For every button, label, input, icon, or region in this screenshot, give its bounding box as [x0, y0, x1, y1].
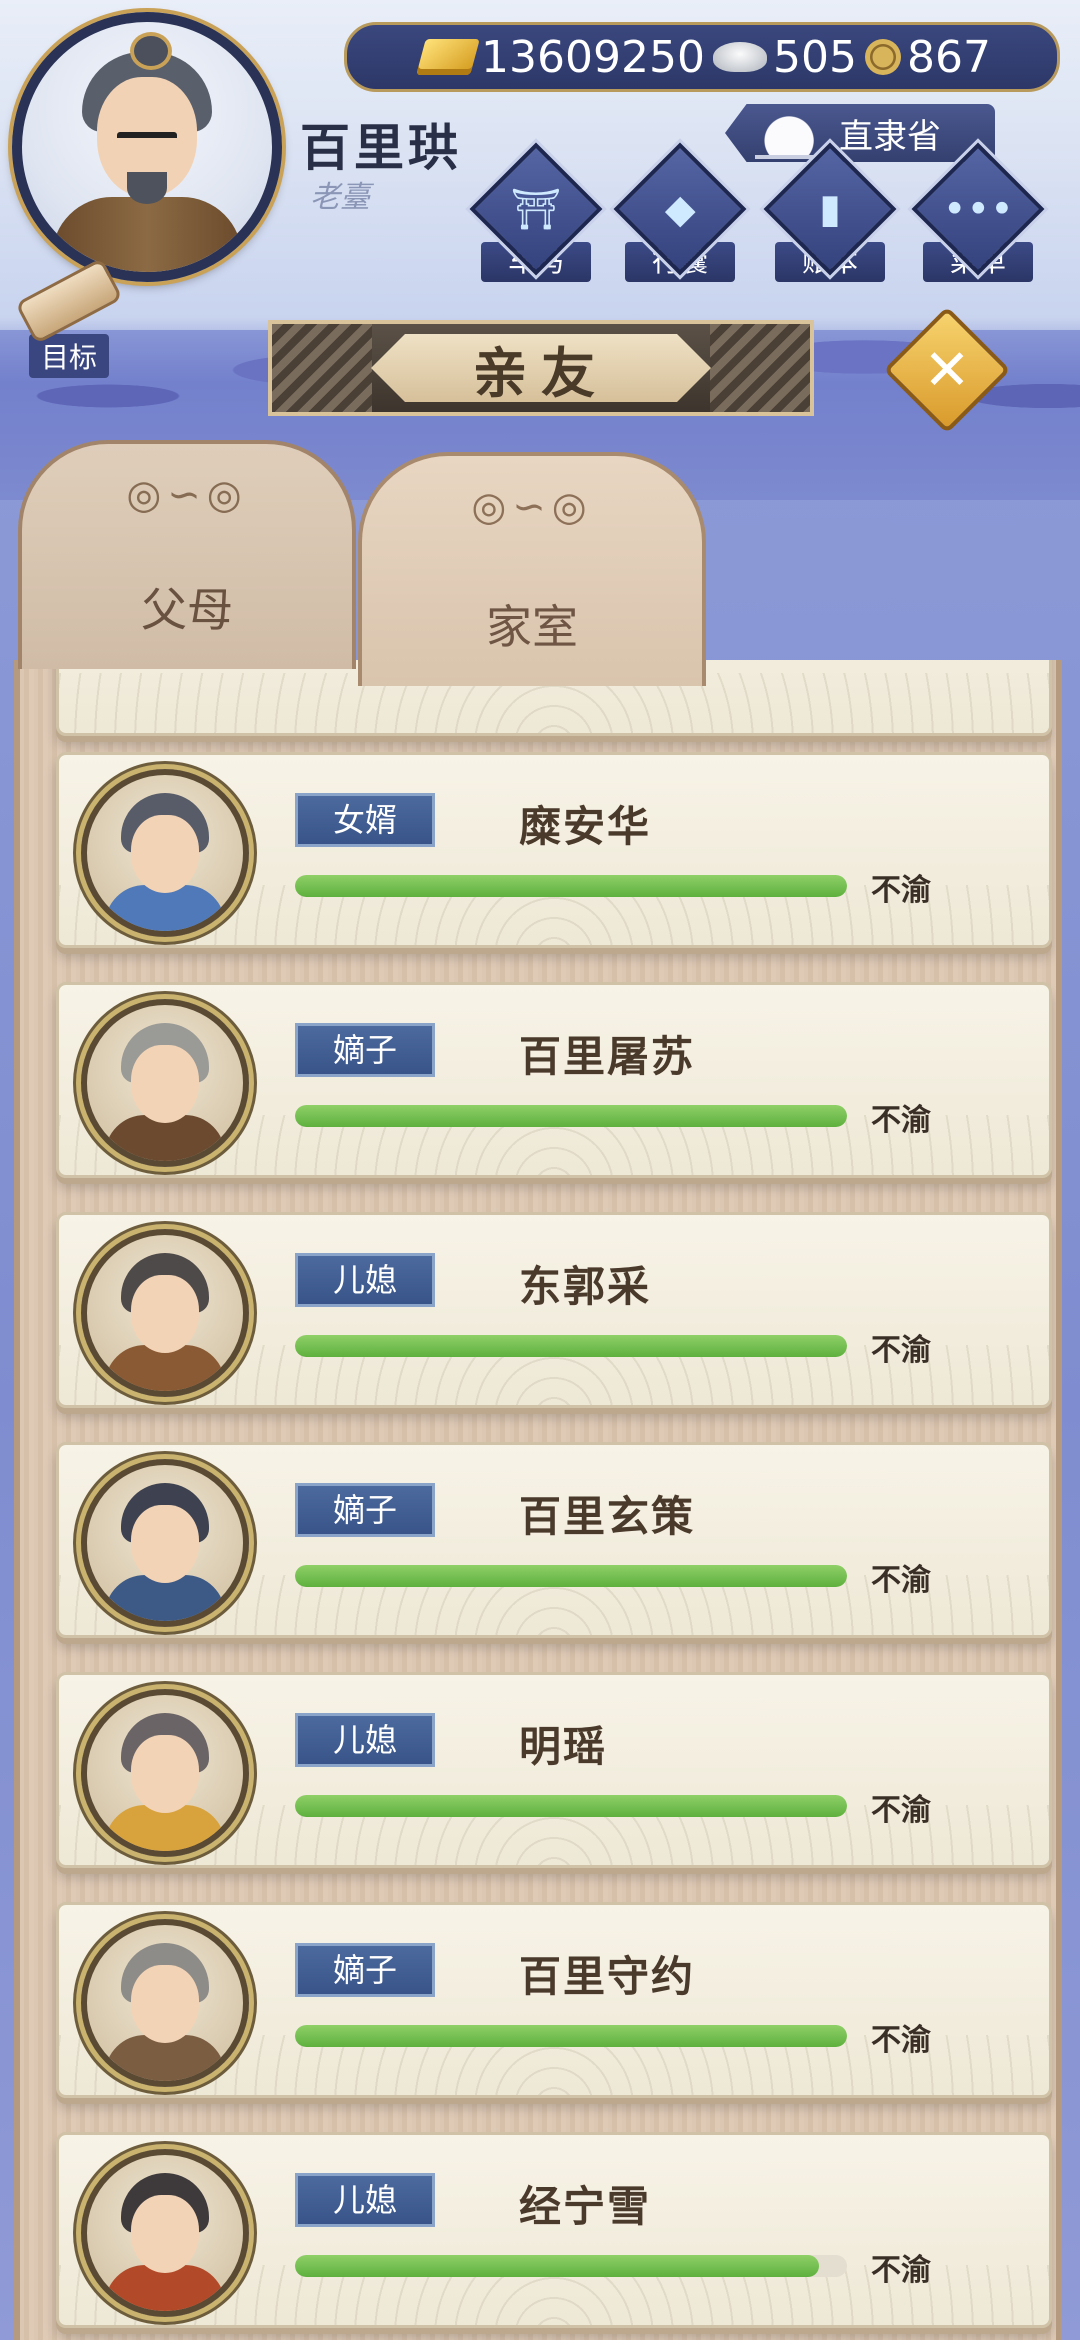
member-name: 明瑶 — [519, 1722, 608, 1771]
family-member-card[interactable]: 儿媳 经宁雪 不渝 — [56, 2132, 1052, 2328]
cloud-ornament-icon: ◎∽◎ — [471, 484, 593, 530]
avatar-face — [131, 1735, 199, 1813]
avatar-face — [131, 1505, 199, 1583]
title-banner: 亲友 — [268, 320, 814, 416]
tab-parents-label: 父母 — [141, 583, 233, 637]
family-list[interactable]: 女婿 糜安华 不渝 嫡子 百里屠苏 不渝 儿媳 东郭采 不渝 嫡子 百里玄策 不… — [14, 660, 1062, 2340]
tab-family-label: 家室 — [486, 600, 578, 654]
family-member-card[interactable]: 儿媳 明瑶 不渝 — [56, 1672, 1052, 1868]
tab-family[interactable]: ◎∽◎ 家室 — [358, 452, 706, 686]
player-portrait[interactable] — [12, 12, 282, 282]
mood-label: 不渝 — [871, 1103, 931, 1138]
seal-stamp-icon — [755, 107, 817, 159]
family-member-card[interactable]: 女婿 糜安华 不渝 — [56, 752, 1052, 948]
avatar-face — [131, 1965, 199, 2043]
family-member-card[interactable]: 嫡子 百里玄策 不渝 — [56, 1442, 1052, 1638]
bond-bar-fill — [295, 1795, 847, 1817]
role-badge: 儿媳 — [295, 1253, 435, 1307]
bond-bar-fill — [295, 1335, 847, 1357]
bond-bar — [295, 1105, 847, 1127]
player-name: 百里珙 — [300, 119, 462, 177]
member-name: 东郭采 — [519, 1262, 652, 1311]
gold-ingot-icon — [416, 39, 480, 75]
ledger-icon: ▮ — [818, 185, 842, 232]
mood-label: 不渝 — [871, 1793, 931, 1828]
role-badge: 儿媳 — [295, 1713, 435, 1767]
nav-ledger-button[interactable]: ▮ 账本 — [763, 142, 897, 292]
silver-amount: 505 — [772, 31, 857, 83]
bond-bar-fill — [295, 1565, 847, 1587]
bond-bar — [295, 1565, 847, 1587]
nav-carriage-button[interactable]: ⛩ 车马 — [469, 142, 603, 292]
location-button[interactable]: 直隶省 — [725, 104, 995, 162]
family-member-card[interactable]: 嫡子 百里屠苏 不渝 — [56, 982, 1052, 1178]
currency-bar: 13609250 505 867 — [344, 22, 1060, 92]
gold-amount: 13609250 — [481, 31, 705, 83]
bond-bar — [295, 1795, 847, 1817]
banner-ornament — [710, 324, 810, 412]
nav-bundle-button[interactable]: ◆ 行囊 — [613, 142, 747, 292]
cloud-ornament-icon: ◎∽◎ — [126, 472, 248, 518]
bundle-icon: ◆ — [664, 185, 696, 232]
role-badge: 嫡子 — [295, 1943, 435, 1997]
member-name: 百里屠苏 — [519, 1032, 696, 1081]
bond-bar — [295, 2025, 847, 2047]
member-avatar[interactable] — [81, 769, 249, 937]
member-avatar[interactable] — [81, 2149, 249, 2317]
avatar-face — [131, 1275, 199, 1353]
member-avatar[interactable] — [81, 1229, 249, 1397]
role-badge: 女婿 — [295, 793, 435, 847]
bond-bar-fill — [295, 875, 847, 897]
location-label: 直隶省 — [839, 116, 941, 157]
bond-bar-fill — [295, 2255, 820, 2277]
silver-ingot-icon — [712, 42, 767, 72]
close-icon: ✕ — [923, 337, 971, 403]
avatar-face — [131, 1045, 199, 1123]
avatar-face — [131, 2195, 199, 2273]
menu-dots-icon: ••• — [942, 186, 1014, 232]
portrait-beard — [127, 172, 167, 204]
bond-bar — [295, 875, 847, 897]
member-name: 百里玄策 — [519, 1492, 696, 1541]
tab-parents[interactable]: ◎∽◎ 父母 — [18, 440, 356, 669]
member-avatar[interactable] — [81, 1459, 249, 1627]
carriage-icon: ⛩ — [510, 186, 562, 233]
member-name: 糜安华 — [519, 802, 652, 851]
role-badge: 儿媳 — [295, 2173, 435, 2227]
coin-amount: 867 — [906, 31, 991, 83]
member-avatar[interactable] — [81, 1689, 249, 1857]
member-avatar[interactable] — [81, 999, 249, 1167]
mood-label: 不渝 — [871, 2023, 931, 2058]
copper-coin-icon — [864, 39, 901, 75]
mood-label: 不渝 — [871, 1563, 931, 1598]
family-member-card[interactable]: 嫡子 百里守约 不渝 — [56, 1902, 1052, 2098]
bond-bar-fill — [295, 1105, 847, 1127]
avatar-face — [131, 815, 199, 893]
member-avatar[interactable] — [81, 1919, 249, 2087]
banner-ornament — [272, 324, 372, 412]
bond-bar — [295, 1335, 847, 1357]
nav-menu-button[interactable]: ••• 菜单 — [911, 142, 1045, 292]
bond-bar-fill — [295, 2025, 847, 2047]
member-name: 百里守约 — [519, 1952, 696, 2001]
mood-label: 不渝 — [871, 873, 931, 908]
bond-bar — [295, 2255, 847, 2277]
role-badge: 嫡子 — [295, 1483, 435, 1537]
mood-label: 不渝 — [871, 1333, 931, 1368]
goal-button[interactable]: 目标 — [14, 257, 124, 378]
portrait-eyes — [117, 132, 177, 146]
mood-label: 不渝 — [871, 2253, 931, 2288]
member-name: 经宁雪 — [519, 2182, 652, 2231]
player-subtitle: 老臺 — [310, 180, 370, 215]
portrait-topknot — [130, 32, 172, 70]
role-badge: 嫡子 — [295, 1023, 435, 1077]
page-title: 亲友 — [371, 334, 711, 402]
family-member-card[interactable]: 儿媳 东郭采 不渝 — [56, 1212, 1052, 1408]
